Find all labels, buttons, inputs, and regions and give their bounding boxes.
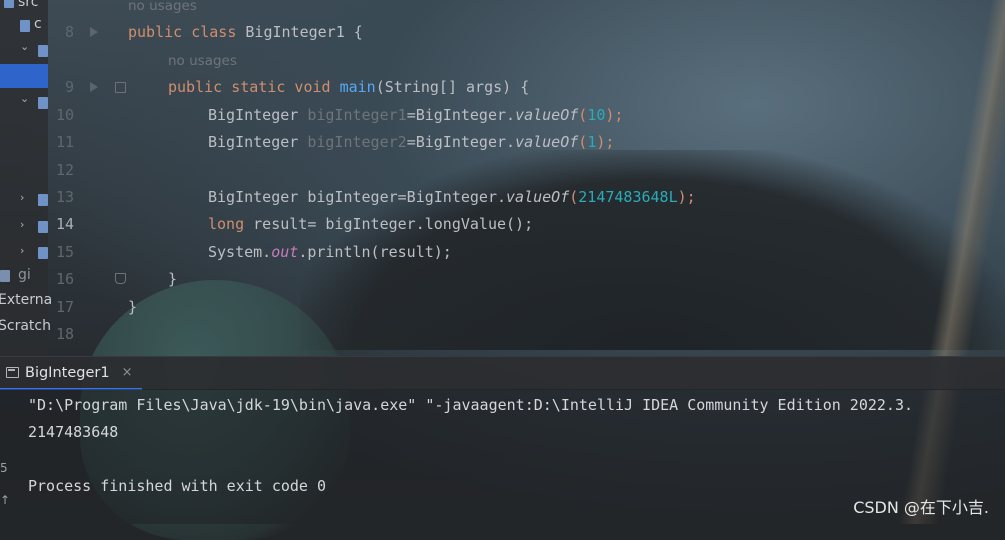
module-icon [38, 45, 48, 57]
run-tool-window-header: BigInteger1 × [0, 356, 1005, 390]
line-number: 14 [55, 215, 74, 233]
git-icon [0, 270, 10, 282]
run-gutter-icon[interactable] [90, 27, 98, 37]
usage-hint[interactable]: no usages [168, 51, 237, 71]
folder-icon [20, 20, 30, 32]
chevron-right-icon[interactable]: › [20, 218, 24, 231]
chevron-down-icon[interactable]: ⌄ [20, 92, 29, 105]
line-number: 18 [55, 325, 74, 343]
chevron-right-icon[interactable]: › [20, 191, 24, 204]
console-tab-icon [6, 367, 19, 378]
run-tab-label: BigInteger1 [25, 364, 110, 381]
line-number: 12 [55, 161, 74, 179]
code-line-13: BigInteger bigInteger=BigInteger.valueOf… [208, 188, 696, 206]
run-tab[interactable]: BigInteger1 × [0, 357, 143, 390]
code-line-14: long result= bigInteger.longValue(); [208, 215, 534, 233]
line-number: 13 [55, 188, 74, 206]
code-line-17: } [128, 298, 138, 316]
module-icon [38, 221, 48, 233]
code-line-15: System.out.println(result); [208, 243, 452, 261]
line-number: 11 [55, 133, 74, 151]
code-line-11: BigInteger bigInteger2=BigInteger.valueO… [208, 133, 615, 151]
code-line-16: } [168, 270, 178, 288]
code-line-9: public static void main(String[] args) { [168, 78, 530, 96]
sidebar-item-src[interactable]: src [18, 0, 38, 10]
line-number: 8 [64, 23, 74, 41]
sidebar-selected-row[interactable] [0, 64, 48, 88]
console-exit-message: Process finished with exit code 0 [28, 477, 327, 495]
module-icon [38, 194, 48, 206]
project-sidebar: src ⌄ c ⌄ ⌄ › › › gi Externa Scratch [0, 0, 52, 356]
usage-hint[interactable]: no usages [128, 0, 197, 16]
fold-icon[interactable] [115, 273, 126, 284]
scroll-up-icon[interactable]: ↑ [0, 493, 10, 507]
module-icon [38, 97, 48, 109]
close-icon[interactable]: × [122, 365, 133, 380]
console-line: "D:\Program Files\Java\jdk-19\bin\java.e… [28, 396, 914, 414]
console-toolbar: 5 ↑ [0, 389, 10, 524]
fold-icon[interactable] [115, 82, 126, 93]
line-number: 9 [64, 78, 74, 96]
line-number: 16 [55, 270, 74, 288]
module-icon [38, 247, 48, 259]
line-number: 15 [55, 243, 74, 261]
run-gutter-icon[interactable] [90, 82, 98, 92]
sidebar-item-git[interactable]: gi [18, 267, 31, 283]
chevron-down-icon[interactable]: ⌄ [20, 40, 29, 53]
console-toolbar-glyph[interactable]: 5 [0, 461, 8, 475]
line-number: 10 [55, 106, 74, 124]
line-number: 17 [55, 298, 74, 316]
console-output-value: 2147483648 [28, 423, 119, 441]
folder-icon [4, 0, 14, 8]
csdn-watermark: CSDN @在下小吉. [853, 498, 989, 517]
sidebar-item-scratches[interactable]: Scratch [0, 318, 51, 334]
code-line-8: public class BigInteger1 { [128, 23, 363, 41]
code-line-10: BigInteger bigInteger1=BigInteger.valueO… [208, 106, 624, 124]
sidebar-item-external-libraries[interactable]: Externa [0, 292, 52, 308]
chevron-right-icon[interactable]: › [20, 244, 24, 257]
